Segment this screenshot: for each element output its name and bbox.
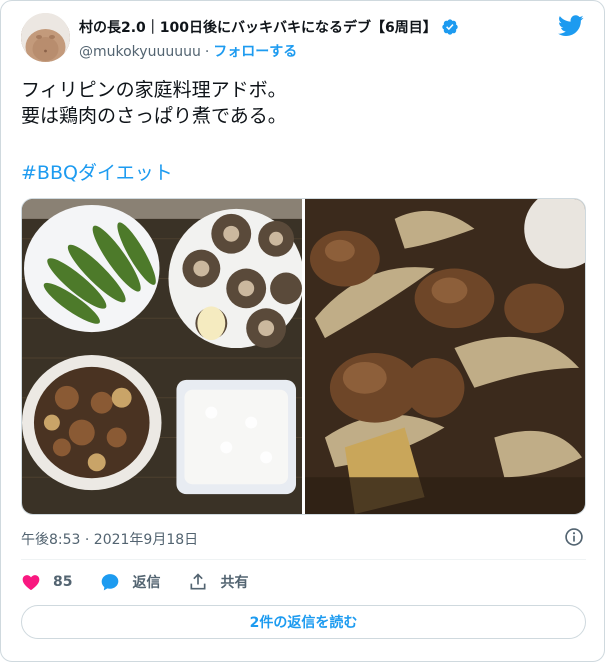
author-display-name[interactable]: 村の長2.0｜100日後にバッキバキになるデブ【6周目】 xyxy=(79,17,459,37)
verified-badge-icon xyxy=(442,19,458,35)
tweet-embed-card: 村の長2.0｜100日後にバッキバキになるデブ【6周目】 @mukokyuuuu… xyxy=(0,0,605,662)
avatar[interactable] xyxy=(21,13,70,62)
display-name-text: 村の長2.0｜100日後にバッキバキになるデブ【6周目】 xyxy=(79,20,437,36)
share-icon xyxy=(190,573,206,590)
share-label: 共有 xyxy=(220,575,249,591)
separator-dot: · xyxy=(204,44,210,60)
twitter-bird-icon[interactable] xyxy=(558,15,584,37)
tweet-timestamp[interactable]: 午後8:53 · 2021年9月18日 xyxy=(21,529,198,549)
hashtag-link[interactable]: #BBQダイエット xyxy=(21,158,173,185)
divider xyxy=(21,559,586,560)
read-replies-button[interactable]: 2件の返信を読む xyxy=(21,605,586,639)
author-handle[interactable]: @mukokyuuuuuu xyxy=(79,44,201,60)
avatar-image xyxy=(21,13,70,62)
info-icon[interactable] xyxy=(564,527,584,547)
adobo-closeup-image xyxy=(305,199,585,514)
tweet-text: フィリピンの家庭料理アドボ。 要は鶏肉のさっぱり煮である。 xyxy=(21,77,586,129)
share-button[interactable]: 共有 xyxy=(188,572,248,592)
author-handle-row: @mukokyuuuuuu · フォローする xyxy=(79,41,297,61)
like-count: 85 xyxy=(53,574,73,590)
photo-food-plate[interactable] xyxy=(22,199,302,514)
heart-icon xyxy=(22,575,40,590)
like-button[interactable]: 85 xyxy=(21,572,72,592)
media-grid xyxy=(21,198,586,515)
food-plate-image xyxy=(22,199,302,514)
reply-label: 返信 xyxy=(132,575,161,591)
tweet-actions: 85 返信 共有 xyxy=(21,569,276,595)
follow-link[interactable]: フォローする xyxy=(213,44,297,60)
reply-bubble-icon xyxy=(102,574,119,591)
tweet-text-line2: 要は鶏肉のさっぱり煮である。 xyxy=(21,105,287,127)
tweet-text-line1: フィリピンの家庭料理アドボ。 xyxy=(21,79,287,101)
photo-adobo-closeup[interactable] xyxy=(305,199,585,514)
reply-button[interactable]: 返信 xyxy=(100,572,160,592)
